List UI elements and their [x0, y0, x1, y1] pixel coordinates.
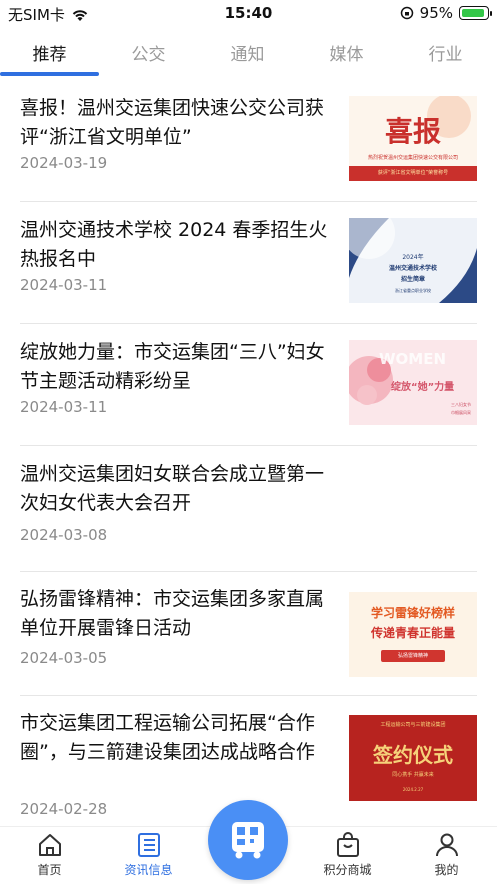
thumb-caption: 2024年: [402, 254, 424, 261]
bus-qr-code-button[interactable]: [208, 800, 288, 880]
article-title: 弘扬雷锋精神：市交运集团多家直属单位开展雷锋日活动: [20, 588, 325, 639]
thumb-caption: 招生简章: [400, 276, 425, 283]
thumb-headline: 学习雷锋好榜样: [370, 606, 455, 620]
thumb-caption: 热烈祝贺温州交运集团快速公交有限公司: [367, 155, 458, 161]
thumb-headline: 绽放“她”力量: [391, 382, 455, 393]
article-item[interactable]: 绽放她力量：市交运集团“三八”妇女节主题活动精彩纷呈 2024-03-11 WO…: [0, 324, 497, 446]
thumb-caption: 2024.2.27: [402, 787, 424, 792]
nav-label: 首页: [37, 863, 62, 877]
thumb-caption: 浙江省重点职业学校: [395, 288, 431, 293]
user-icon: [435, 833, 458, 857]
article-date: 2024-03-05: [20, 649, 108, 667]
tab-industry[interactable]: 行业: [396, 40, 495, 65]
thumb-caption: 工程运输公司与三箭建设集团: [380, 722, 446, 728]
thumb-watermark: WOMEN: [379, 350, 447, 368]
shopping-bag-icon: [336, 832, 359, 857]
battery-icon: [459, 6, 492, 20]
nav-label: 我的: [434, 863, 459, 877]
article-thumbnail: 工程运输公司与三箭建设集团 签约仪式 同心携手 共赢未来 2024.2.27: [349, 715, 477, 801]
article-title: 绽放她力量：市交运集团“三八”妇女节主题活动精彩纷呈: [20, 341, 325, 392]
article-item[interactable]: 弘扬雷锋精神：市交运集团多家直属单位开展雷锋日活动 2024-03-05 学习雷…: [0, 571, 497, 696]
tab-bus[interactable]: 公交: [99, 40, 198, 65]
article-date: 2024-03-08: [20, 526, 108, 544]
article-title: 喜报！温州交运集团快速公交公司获评“浙江省文明单位”: [20, 97, 325, 148]
battery-percent: 95%: [419, 4, 453, 22]
article-date: 2024-02-28: [20, 800, 108, 818]
category-tabs: 推荐 公交 通知 媒体 行业: [0, 32, 497, 76]
tab-notice[interactable]: 通知: [198, 40, 297, 65]
nav-profile[interactable]: 我的: [397, 831, 496, 878]
news-list-icon: [137, 833, 160, 857]
nav-label: 积分商城: [323, 863, 372, 877]
article-thumbnail: 喜报 热烈祝贺温州交运集团快速公交有限公司 获评“浙江省文明单位”荣誉称号: [349, 96, 477, 181]
thumb-caption: 巾帼展风采: [451, 410, 471, 415]
thumb-caption: 获评“浙江省文明单位”荣誉称号: [377, 170, 449, 176]
tab-recommend[interactable]: 推荐: [0, 40, 99, 65]
article-item[interactable]: 喜报！温州交运集团快速公交公司获评“浙江省文明单位” 2024-03-19 喜报…: [0, 80, 497, 202]
status-bar: 无SIM卡 15:40 95%: [0, 0, 497, 28]
article-date: 2024-03-19: [20, 154, 108, 172]
thumb-caption: 三八妇女节: [451, 402, 471, 407]
thumb-headline: 喜报: [384, 115, 441, 148]
article-title: 市交运集团工程运输公司拓展“合作圈”，与三箭建设集团达成战略合作: [20, 712, 315, 763]
thumb-caption: 温州交通技术学校: [388, 265, 437, 272]
article-item[interactable]: 温州交通技术学校 2024 春季招生火热报名中 2024-03-11 2024年…: [0, 202, 497, 324]
thumb-headline: 传递青春正能量: [370, 626, 455, 640]
article-thumbnail: 2024年 温州交通技术学校 招生简章 浙江省重点职业学校: [349, 218, 477, 303]
thumb-headline: 签约仪式: [373, 743, 453, 767]
nav-news[interactable]: 资讯信息: [99, 831, 198, 878]
article-title: 温州交通技术学校 2024 春季招生火热报名中: [20, 219, 328, 270]
nav-label: 资讯信息: [124, 863, 173, 877]
tab-media[interactable]: 媒体: [297, 40, 396, 65]
thumb-badge: 弘扬雷锋精神: [397, 653, 428, 659]
bus-qr-icon: [232, 822, 264, 859]
article-thumbnail: 学习雷锋好榜样 传递青春正能量 弘扬雷锋精神: [349, 592, 477, 677]
thumb-caption: 同心携手 共赢未来: [392, 772, 434, 778]
article-item[interactable]: 温州交运集团妇女联合会成立暨第一次妇女代表大会召开 2024-03-08: [0, 446, 497, 572]
nav-home[interactable]: 首页: [0, 831, 99, 878]
article-title: 温州交运集团妇女联合会成立暨第一次妇女代表大会召开: [20, 463, 325, 514]
active-tab-indicator: [0, 72, 99, 76]
nav-points-mall[interactable]: 积分商城: [298, 831, 397, 878]
article-thumbnail: WOMEN 绽放“她”力量 三八妇女节 巾帼展风采: [349, 340, 477, 425]
article-date: 2024-03-11: [20, 398, 108, 416]
orientation-lock-icon: [400, 6, 413, 20]
article-date: 2024-03-11: [20, 276, 108, 294]
home-icon: [38, 834, 61, 856]
